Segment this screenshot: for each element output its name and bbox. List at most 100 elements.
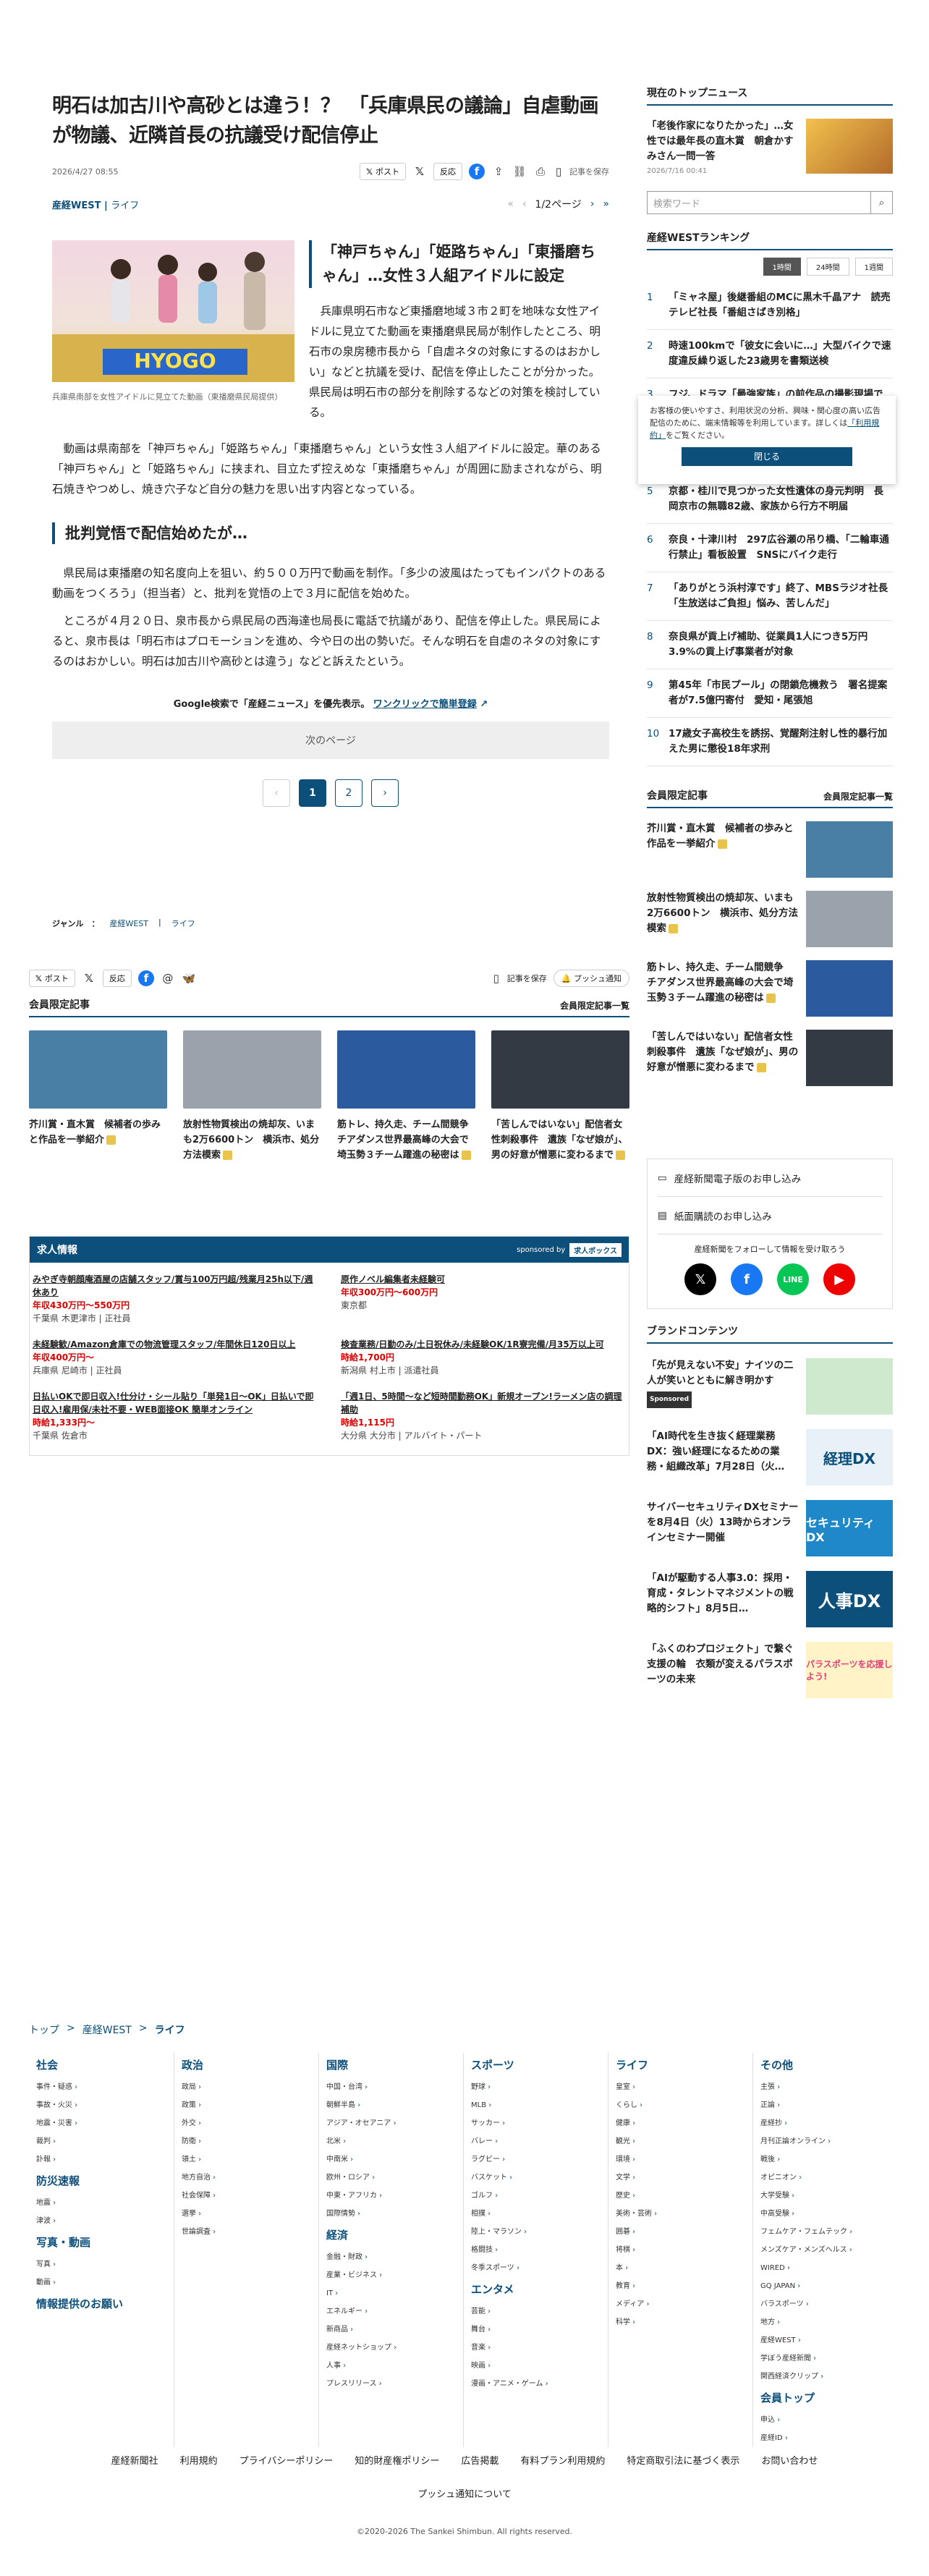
- page-1-button[interactable]: 1: [299, 779, 326, 807]
- next-page-button[interactable]: 次のページ: [52, 721, 609, 759]
- bluesky-icon[interactable]: 🦋: [182, 971, 196, 986]
- footer-link[interactable]: 写真: [36, 2255, 174, 2274]
- genre-west-link[interactable]: 産経WEST: [109, 918, 148, 929]
- footer-link[interactable]: 社会保障: [182, 2187, 318, 2205]
- footer-group-heading[interactable]: 国際: [326, 2057, 463, 2072]
- footer-link[interactable]: 領土: [182, 2151, 318, 2169]
- footer-link[interactable]: 北米: [326, 2132, 463, 2151]
- footer-link[interactable]: 科学: [616, 2313, 752, 2331]
- ranking-item[interactable]: 7 「ありがとう浜村淳です」終了、MBSラジオ社長「生放送はご負担」悩み、苦しんだ…: [647, 572, 893, 621]
- footer-link[interactable]: アジア・オセアニア: [326, 2114, 463, 2132]
- footer-link[interactable]: メディア: [616, 2295, 752, 2313]
- tab-24h[interactable]: 24時間: [806, 258, 849, 276]
- digital-subscribe-link[interactable]: ▭ 産経新聞電子版のお申し込み: [658, 1159, 882, 1197]
- job-title[interactable]: 未経験歓/Amazon倉庫での物流管理スタッフ/年間休日120日以上: [33, 1338, 318, 1351]
- footer-link[interactable]: 文学: [616, 2169, 752, 2187]
- job-title[interactable]: 日払いOKで即日収入!仕分け・シール貼り「単発1日～OK」日払いで即日収入!雇用…: [33, 1390, 318, 1416]
- footer-link[interactable]: 産経ネットショップ: [326, 2339, 463, 2357]
- footer-group-heading[interactable]: 防災速報: [36, 2173, 174, 2188]
- side-member-item[interactable]: 筋トレ、持久走、チーム間競争 チアダンス世界最高峰の大会で埼玉勢３チーム躍進の秘…: [647, 960, 893, 1017]
- member-card[interactable]: 芥川賞・直木賞 候補者の歩みと作品を一挙紹介: [29, 1030, 167, 1163]
- footer-link[interactable]: くらし: [616, 2096, 752, 2114]
- footer-link[interactable]: MLB: [471, 2096, 608, 2114]
- footer-link[interactable]: IT: [326, 2284, 463, 2302]
- footer-link[interactable]: 主張: [760, 2078, 897, 2096]
- reaction-button-2[interactable]: 反応: [102, 970, 132, 987]
- footer-link[interactable]: 選挙: [182, 2205, 318, 2223]
- job-title[interactable]: 検査業務/日勤のみ/土日祝休み/未経験OK/1R寮完備/月35万以上可: [341, 1338, 626, 1351]
- facebook-icon-2[interactable]: f: [137, 970, 154, 986]
- brand-item[interactable]: サイバーセキュリティDXセミナーを8月4日（火）13時からオンラインセミナー開催…: [647, 1500, 893, 1556]
- job-item[interactable]: 日払いOKで即日収入!仕分け・シール貼り「単発1日～OK」日払いで即日収入!雇用…: [33, 1390, 318, 1442]
- footer-link[interactable]: 舞台: [471, 2321, 608, 2339]
- footer-link[interactable]: 動画: [36, 2274, 174, 2292]
- footer-link[interactable]: 漫画・アニメ・ゲーム: [471, 2375, 608, 2393]
- footer-link[interactable]: 津波: [36, 2212, 174, 2230]
- footer-link[interactable]: 事件・疑惑: [36, 2078, 174, 2096]
- side-member-item[interactable]: 「苦しんではいない」配信者女性刺殺事件 遺族「なぜ娘が」、男の好意が憎悪に変わる…: [647, 1030, 893, 1086]
- x-share-icon-2[interactable]: 𝕏: [82, 971, 96, 986]
- article-image[interactable]: HYOGO: [52, 240, 294, 382]
- footer-link[interactable]: 月刊正論オンライン: [760, 2132, 897, 2151]
- footer-link[interactable]: 新商品: [326, 2321, 463, 2339]
- link-icon[interactable]: ⛓: [512, 164, 527, 179]
- genre-life-link[interactable]: ライフ: [171, 918, 195, 929]
- top-news-item[interactable]: 「老後作家になりたかった」…女性では最年長の直木賞 朝倉かすみさん一問一答 202…: [647, 119, 893, 175]
- footer-group-heading[interactable]: 社会: [36, 2057, 174, 2072]
- share-icon[interactable]: ⇪: [491, 164, 506, 179]
- footer-link[interactable]: 外交: [182, 2114, 318, 2132]
- footer-link[interactable]: 美術・芸術: [616, 2205, 752, 2223]
- footer-link[interactable]: 芸能: [471, 2302, 608, 2321]
- footer-group-heading[interactable]: 政治: [182, 2057, 318, 2072]
- footer-link[interactable]: 朝鮮半島: [326, 2096, 463, 2114]
- brand-item[interactable]: 「AIが駆動する人事3.0：採用・育成・タレントマネジメントの戦略的シフト」8月…: [647, 1571, 893, 1627]
- footer-link[interactable]: 環境: [616, 2151, 752, 2169]
- crumb-top[interactable]: トップ: [29, 2022, 59, 2037]
- footer-link[interactable]: 陸上・マラソン: [471, 2223, 608, 2241]
- footer-link[interactable]: バスケット: [471, 2169, 608, 2187]
- footer-link[interactable]: 地震・災害: [36, 2114, 174, 2132]
- footer-link[interactable]: ゴルフ: [471, 2187, 608, 2205]
- member-card[interactable]: 放射性物質検出の焼却灰、いまも2万6600トン 横浜市、処分方法模索: [183, 1030, 321, 1163]
- tab-1h[interactable]: 1時間: [763, 258, 801, 276]
- footer-group-heading[interactable]: 写真・動画: [36, 2234, 174, 2250]
- footer-link[interactable]: 産経ID: [760, 2429, 897, 2447]
- ranking-item[interactable]: 8 奈良県が貢上げ補助、従業員1人につき5万円 3.9%の貢上げ事業者が対象: [647, 621, 893, 669]
- footer-link[interactable]: 中東・アフリカ: [326, 2187, 463, 2205]
- x-share-icon[interactable]: 𝕏: [412, 164, 427, 179]
- footer-link[interactable]: 映画: [471, 2357, 608, 2375]
- footer-link[interactable]: 冬季スポーツ: [471, 2259, 608, 2277]
- save-article-link[interactable]: 記事を保存: [569, 166, 609, 177]
- footer-link[interactable]: 防衛: [182, 2132, 318, 2151]
- footer-link[interactable]: 世論調査: [182, 2223, 318, 2241]
- brand-item[interactable]: 「ふくのわプロジェクト」で繋ぐ支援の輪 衣類が変えるパラスポーツの未来 パラスポー…: [647, 1642, 893, 1698]
- footer-bottom-link[interactable]: 産経新聞社: [111, 2453, 158, 2467]
- footer-link[interactable]: 中国・台湾: [326, 2078, 463, 2096]
- footer-link[interactable]: 産経抄: [760, 2114, 897, 2132]
- footer-link[interactable]: 地震: [36, 2194, 174, 2212]
- footer-link[interactable]: 皇室: [616, 2078, 752, 2096]
- footer-group-heading[interactable]: スポーツ: [471, 2057, 608, 2072]
- footer-link[interactable]: プレスリリース: [326, 2375, 463, 2393]
- footer-link[interactable]: 地方: [760, 2313, 897, 2331]
- footer-bottom-link[interactable]: 知的財産権ポリシー: [355, 2453, 439, 2467]
- footer-link[interactable]: 観光: [616, 2132, 752, 2151]
- footer-group-heading[interactable]: エンタメ: [471, 2281, 608, 2297]
- jobs-sponsor[interactable]: 求人ボックス: [569, 1242, 622, 1257]
- footer-link[interactable]: 教育: [616, 2277, 752, 2295]
- tab-1w[interactable]: 1週間: [854, 258, 893, 276]
- x-follow-icon[interactable]: 𝕏: [684, 1263, 716, 1295]
- ranking-item[interactable]: 1 「ミャネ屋」後継番組のMCに黒木千晶アナ 読売テレビ社長「番組さばき別格」: [647, 281, 893, 330]
- pagination-next-icon[interactable]: ›: [371, 779, 399, 807]
- footer-link[interactable]: 相撲: [471, 2205, 608, 2223]
- footer-group-heading[interactable]: その他: [760, 2057, 897, 2072]
- google-register-link[interactable]: ワンクリックで簡単登録: [373, 699, 477, 710]
- footer-link[interactable]: 欧州・ロシア: [326, 2169, 463, 2187]
- save-article-link-2[interactable]: 記事を保存: [507, 973, 547, 984]
- bookmark-icon[interactable]: ▯: [554, 164, 563, 179]
- footer-bottom-link[interactable]: お問い合わせ: [761, 2453, 818, 2467]
- threads-icon[interactable]: @: [161, 971, 175, 986]
- facebook-follow-icon[interactable]: f: [731, 1263, 763, 1295]
- footer-link[interactable]: 格闘技: [471, 2241, 608, 2259]
- members-more-link[interactable]: 会員限定記事一覧: [560, 999, 629, 1012]
